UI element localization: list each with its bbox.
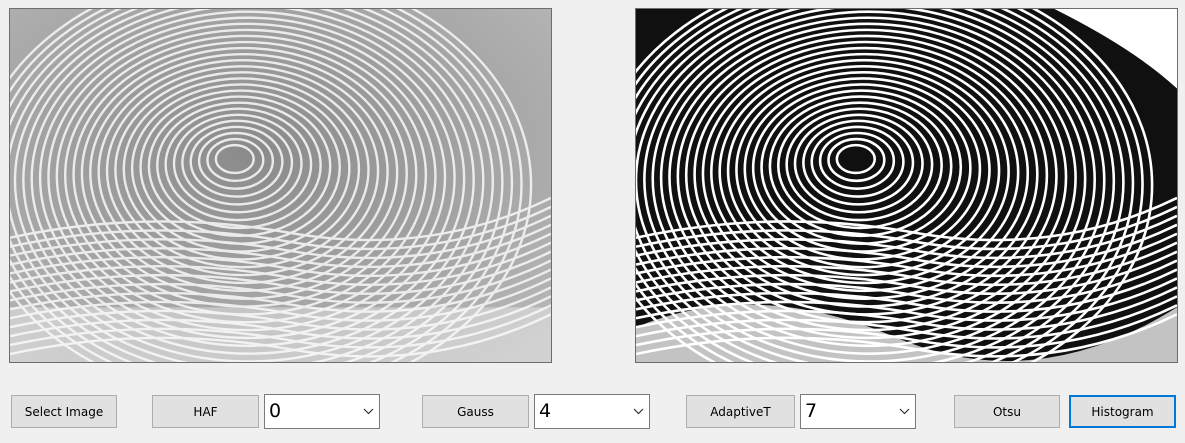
chevron-down-icon[interactable]: [357, 408, 379, 415]
haf-value: 0: [269, 400, 282, 422]
adaptive-dropdown[interactable]: 7: [800, 394, 916, 429]
gauss-button[interactable]: Gauss: [422, 395, 529, 428]
result-image: [635, 8, 1178, 363]
histogram-button[interactable]: Histogram: [1069, 395, 1176, 428]
adaptive-value: 7: [805, 400, 818, 422]
fingerprint-binarized-image: [636, 9, 1177, 362]
otsu-button[interactable]: Otsu: [954, 395, 1060, 428]
select-image-button[interactable]: Select Image: [11, 395, 117, 428]
source-image: [9, 8, 552, 363]
gauss-value: 4: [539, 400, 552, 422]
haf-button[interactable]: HAF: [152, 395, 259, 428]
fingerprint-grayscale-image: [10, 9, 551, 362]
chevron-down-icon[interactable]: [893, 408, 915, 415]
chevron-down-icon[interactable]: [627, 408, 649, 415]
gauss-dropdown[interactable]: 4: [534, 394, 650, 429]
haf-dropdown[interactable]: 0: [264, 394, 380, 429]
adaptive-threshold-button[interactable]: AdaptiveT: [686, 395, 795, 428]
